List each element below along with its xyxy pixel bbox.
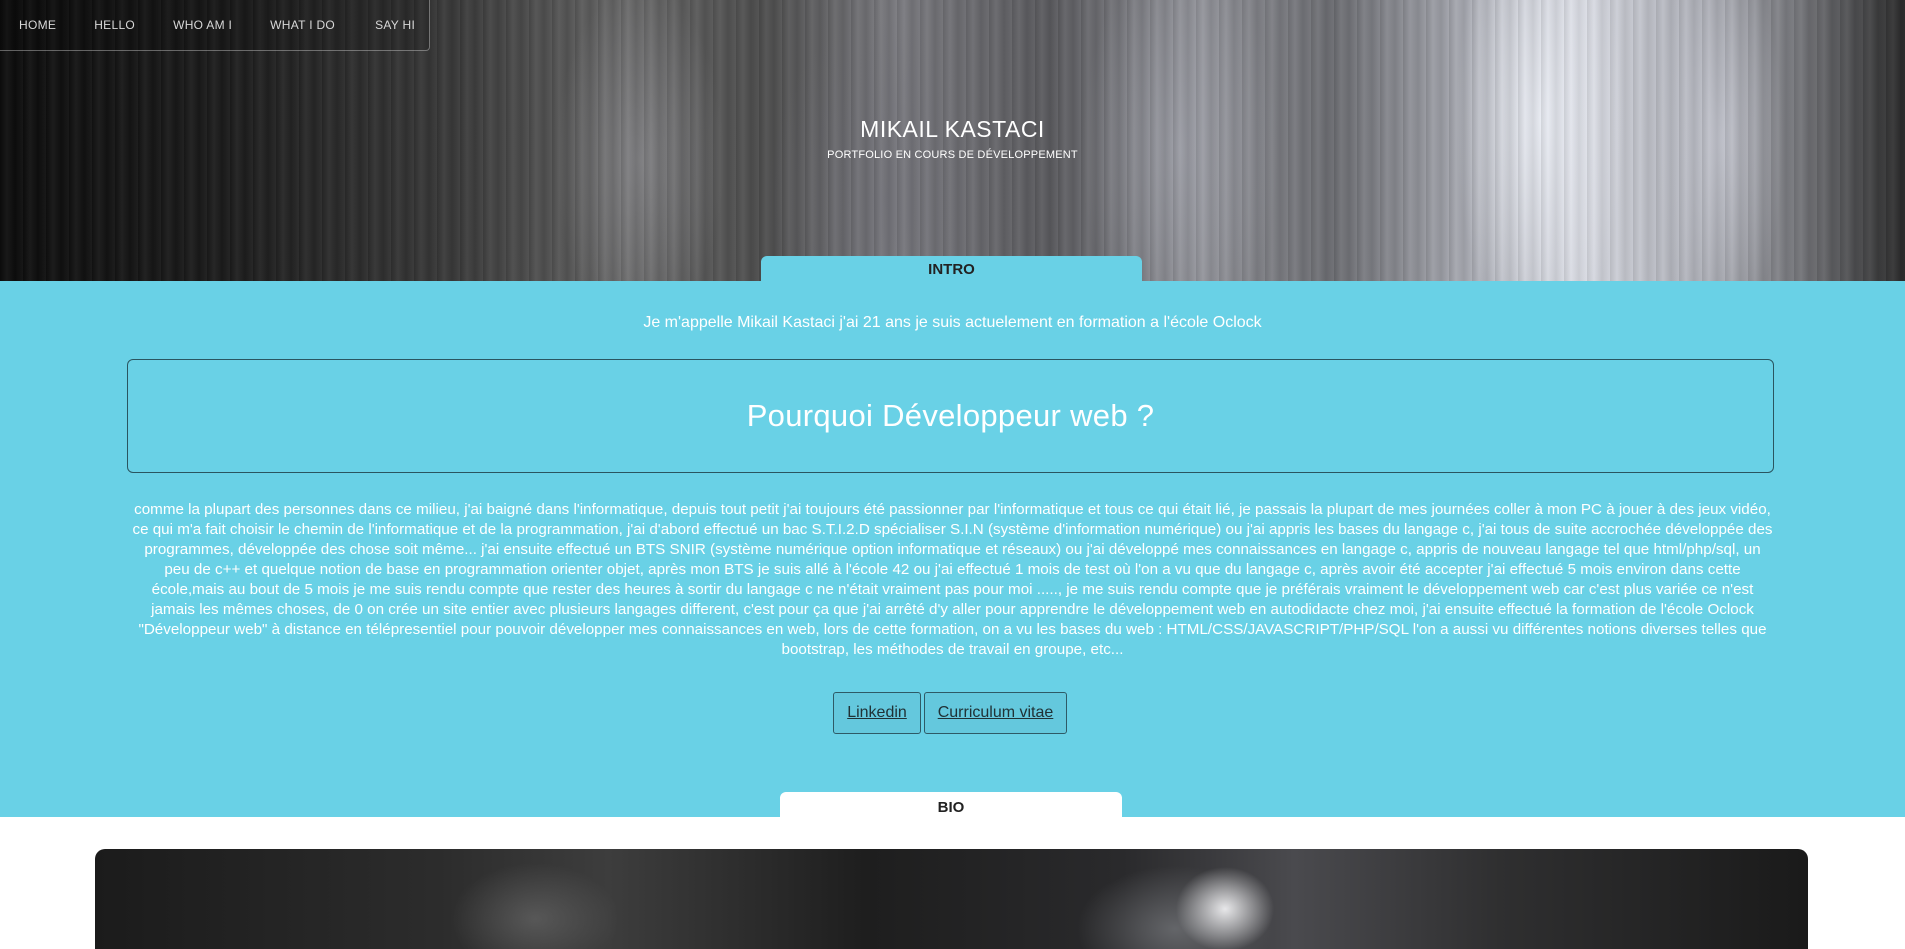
hero-banner: HOME HELLO WHO AM I WHAT I DO SAY HI MIK…	[0, 0, 1905, 281]
intro-section: Je m'appelle Mikail Kastaci j'ai 21 ans …	[0, 281, 1905, 817]
nav-item-say-hi[interactable]: SAY HI	[375, 18, 415, 32]
top-nav: HOME HELLO WHO AM I WHAT I DO SAY HI	[0, 0, 430, 51]
nav-item-who-am-i[interactable]: WHO AM I	[173, 18, 232, 32]
why-heading-box: Pourquoi Développeur web ?	[127, 359, 1774, 473]
tab-intro: INTRO	[761, 256, 1142, 281]
site-subtitle: PORTFOLIO EN COURS DE DÉVELOPPEMENT	[827, 149, 1078, 161]
cv-button[interactable]: Curriculum vitae	[924, 692, 1067, 734]
bio-photo	[95, 849, 1808, 949]
nav-item-hello[interactable]: HELLO	[94, 18, 135, 32]
site-title: MIKAIL KASTACI	[860, 116, 1045, 142]
why-heading: Pourquoi Développeur web ?	[746, 398, 1155, 433]
nav-item-what-i-do[interactable]: WHAT I DO	[270, 18, 335, 32]
intro-text: Je m'appelle Mikail Kastaci j'ai 21 ans …	[643, 314, 1262, 331]
nav-item-home[interactable]: HOME	[19, 18, 56, 32]
linkedin-button[interactable]: Linkedin	[833, 692, 921, 734]
tab-bio: BIO	[780, 792, 1122, 817]
story-paragraph: comme la plupart des personnes dans ce m…	[132, 501, 1773, 658]
